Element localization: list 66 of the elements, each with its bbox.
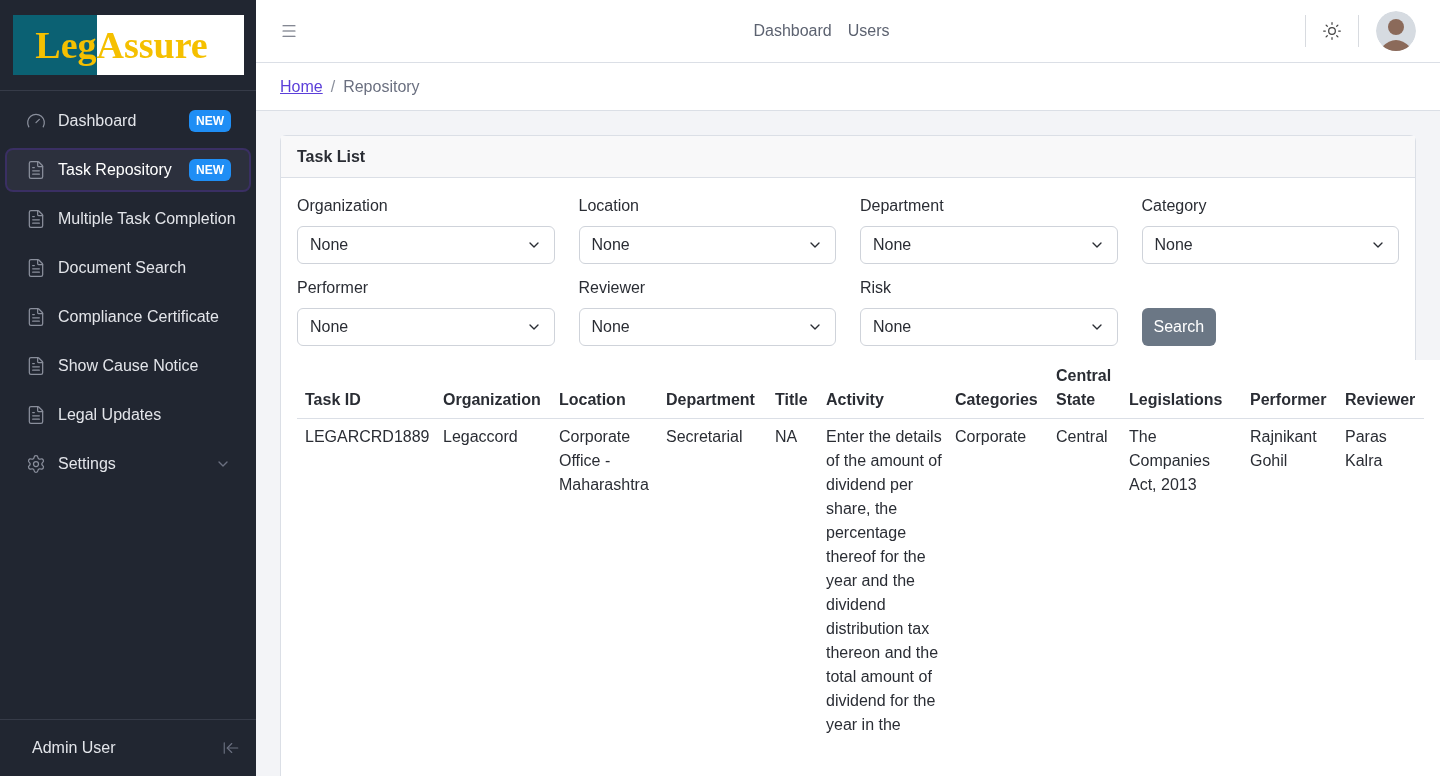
filter-label: Reviewer [578,278,647,298]
table-cell: Legaccord [443,428,518,445]
filter-label: Department [860,196,945,216]
column-header: Activity [826,391,884,408]
table-cell: Paras Kalra [1345,428,1387,469]
column-header: Performer [1250,391,1327,408]
user-name: Admin User [32,738,116,758]
table-cell: Rajnikant Gohil [1250,428,1317,469]
new-badge: NEW [189,159,231,181]
select-field[interactable]: None [860,308,1118,346]
column-header: Legislations [1129,391,1223,408]
breadcrumb-link[interactable]: Home [280,74,323,99]
sidebar-item[interactable]: Multiple Task Completion [5,197,251,241]
select-field[interactable]: None [578,308,836,346]
column-header: Location [559,391,626,408]
settings-icon [26,454,46,474]
search-button[interactable]: Search [1141,308,1217,346]
nav-link[interactable]: Users [847,19,890,43]
select-field[interactable]: None [297,308,555,346]
column-header: Categories [955,391,1038,408]
sidebar-item[interactable]: Compliance Certificate [5,295,251,339]
collapse-icon[interactable] [222,739,240,757]
table-cell: Secretarial [666,428,743,445]
column-header: Central State [1056,367,1112,408]
select-field[interactable]: None [1141,226,1399,264]
table-cell: The Companies Act, 2013 [1129,428,1210,493]
filter-label: Organization [297,196,389,216]
table-cell: Corporate Office - Maharashtra [559,428,649,493]
menu-icon[interactable] [280,22,298,40]
column-header: Reviewer [1345,391,1416,408]
filter-label: Category [1141,196,1208,216]
column-header: Task ID [305,391,361,408]
breadcrumb-current: Repository [343,76,420,97]
sidebar-item[interactable]: Dashboard NEW [5,99,251,143]
new-badge: NEW [189,110,231,132]
sidebar-item[interactable]: Show Cause Notice [5,344,251,388]
nav-link[interactable]: Dashboard [753,19,832,43]
column-header: Organization [443,391,541,408]
table-cell: Corporate [955,428,1027,445]
document-icon [26,160,46,180]
sun-icon[interactable] [1322,21,1342,41]
table-cell: Enter the details of the amount of dividend per share, the percentage thereof for the year and the dividend distribution tax thereon and the total amount of dividend for the year in the [826,428,942,733]
filter-label: Risk [860,278,893,298]
select-field[interactable]: None [297,226,555,264]
document-icon [26,356,46,376]
table-cell: LEGARCRD1889 [305,428,430,445]
logo: LegAssure [12,15,244,75]
select-field[interactable]: None [860,226,1118,264]
breadcrumb-separator: / [330,76,336,97]
column-header: Title [775,391,808,408]
document-icon [26,209,46,229]
sidebar-item[interactable]: Document Search [5,246,251,290]
sidebar-item[interactable]: Settings [5,442,251,486]
filter-label: Performer [297,278,370,298]
document-icon [26,258,46,278]
card-title: Task List [297,146,366,167]
avatar[interactable] [1376,11,1416,51]
sidebar-item[interactable]: Legal Updates [5,393,251,437]
table-cell: Central [1056,428,1108,445]
document-icon [26,405,46,425]
document-icon [26,307,46,327]
sidebar-item[interactable]: Task Repository NEW [5,148,251,192]
filter-label: Location [578,196,640,216]
column-header: Department [666,391,755,408]
table-cell: NA [775,428,798,445]
select-field[interactable]: None [578,226,836,264]
